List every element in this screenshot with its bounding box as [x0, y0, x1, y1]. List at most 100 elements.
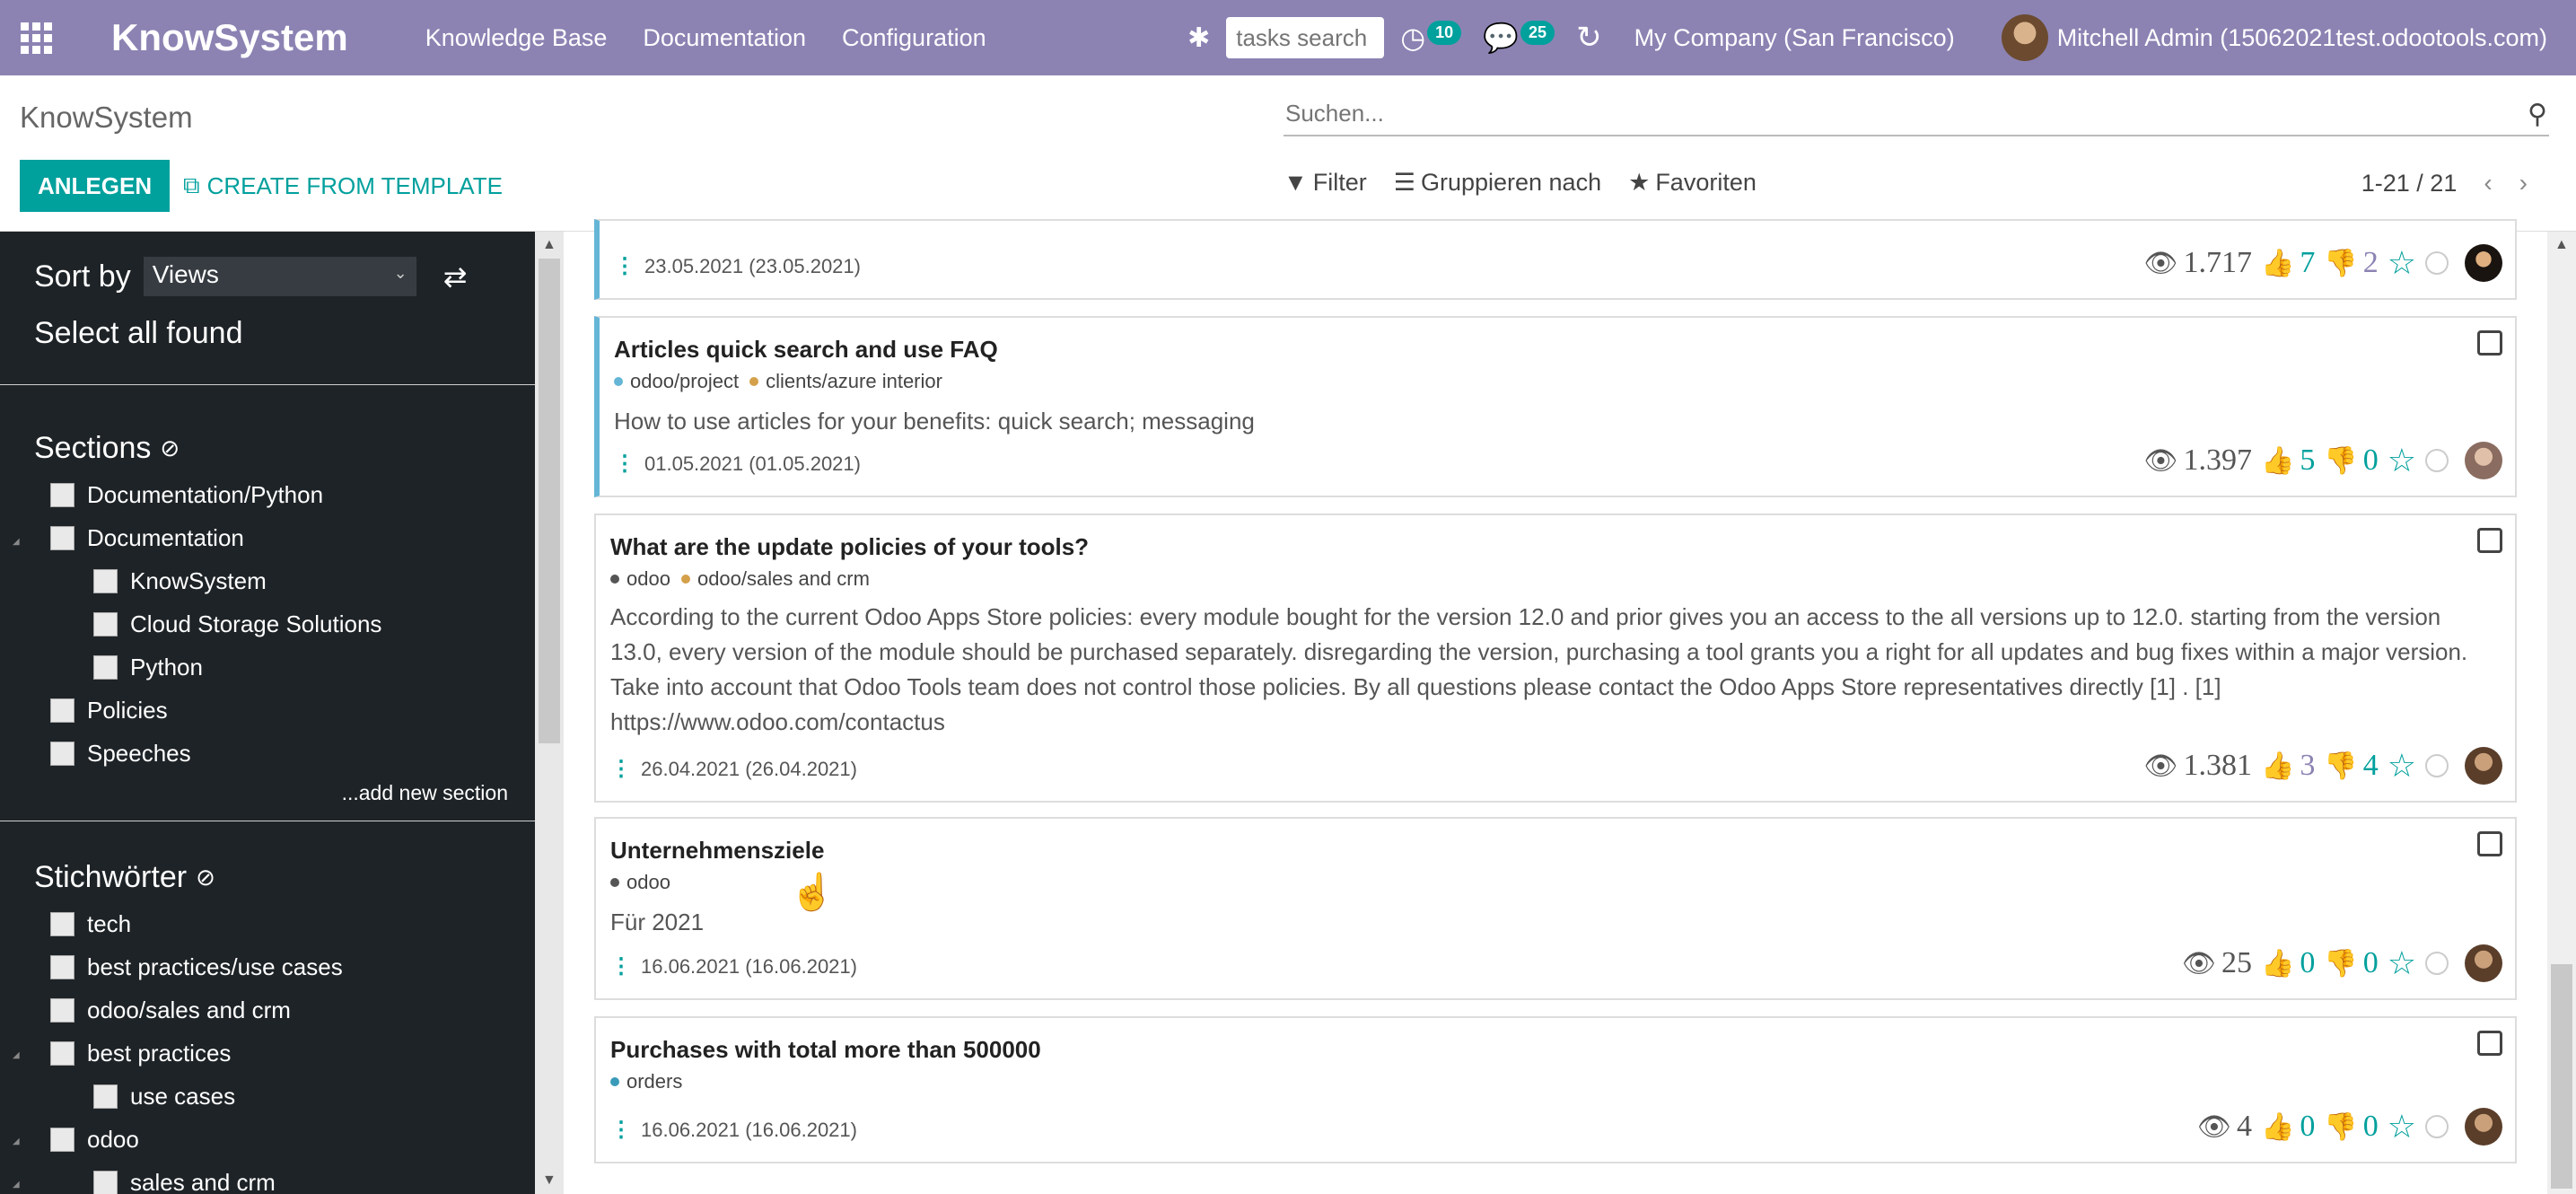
- tag-checkbox[interactable]: [50, 998, 74, 1023]
- section-checkbox[interactable]: [93, 612, 118, 637]
- search-input[interactable]: [1284, 93, 2549, 133]
- user-menu[interactable]: Mitchell Admin (15062021test.odootools.c…: [2057, 24, 2547, 52]
- select-all-found[interactable]: Select all found: [34, 316, 243, 351]
- section-checkbox[interactable]: [50, 698, 74, 723]
- search-bar[interactable]: ⚲: [1284, 93, 2549, 136]
- article-title[interactable]: Articles quick search and use FAQ: [614, 336, 998, 364]
- add-new-section-link[interactable]: ...add new section: [342, 781, 508, 805]
- pager-next-icon[interactable]: ›: [2519, 169, 2528, 198]
- article-card[interactable]: Unternehmensziele odoo Für 2021 ⋮ 16.06.2…: [594, 817, 2517, 1000]
- section-checkbox[interactable]: [50, 526, 74, 550]
- article-card[interactable]: Articles quick search and use FAQ odoo/p…: [594, 316, 2517, 497]
- pager-value[interactable]: 1-21 / 21: [2361, 170, 2458, 198]
- tag-checkbox[interactable]: [93, 1084, 118, 1109]
- favorite-star-icon[interactable]: ☆: [2388, 945, 2416, 982]
- pager-previous-icon[interactable]: ‹: [2484, 169, 2492, 198]
- favorite-star-icon[interactable]: ☆: [2388, 748, 2416, 785]
- article-card[interactable]: Purchases with total more than 500000 or…: [594, 1016, 2517, 1163]
- section-item[interactable]: Documentation: [50, 524, 244, 552]
- tag-item[interactable]: best practices/use cases: [50, 953, 343, 981]
- company-switcher[interactable]: My Company (San Francisco): [1634, 24, 1955, 52]
- create-from-template-button[interactable]: ⧉ CREATE FROM TEMPLATE: [183, 160, 503, 212]
- tag-item[interactable]: best practices: [50, 1040, 231, 1067]
- kebab-icon[interactable]: ⋮: [614, 253, 635, 279]
- favorite-star-icon[interactable]: ☆: [2388, 1109, 2416, 1146]
- tag-checkbox[interactable]: [93, 1171, 118, 1194]
- messages-button[interactable]: 💬 25: [1483, 20, 1555, 55]
- clear-sections-icon[interactable]: ⊘: [160, 435, 180, 462]
- favorite-star-icon[interactable]: ☆: [2388, 443, 2416, 479]
- section-checkbox[interactable]: [93, 655, 118, 680]
- tag-item[interactable]: odoo/sales and crm: [50, 996, 291, 1024]
- tag-checkbox[interactable]: [50, 912, 74, 936]
- scroll-up-icon[interactable]: ▲: [542, 237, 556, 253]
- section-item[interactable]: Cloud Storage Solutions: [93, 610, 381, 638]
- apps-menu-icon[interactable]: [0, 0, 72, 75]
- tag-checkbox[interactable]: [50, 955, 74, 979]
- search-icon[interactable]: ⚲: [2528, 99, 2547, 130]
- kebab-icon[interactable]: ⋮: [610, 953, 632, 979]
- article-title[interactable]: What are the update policies of your too…: [610, 533, 1089, 561]
- tasks-search-input[interactable]: [1226, 17, 1385, 58]
- section-item[interactable]: Python: [93, 654, 203, 681]
- section-item[interactable]: Policies: [50, 697, 168, 724]
- section-checkbox[interactable]: [50, 742, 74, 766]
- likes-stat[interactable]: 👍 5: [2261, 443, 2315, 478]
- section-checkbox[interactable]: [93, 569, 118, 593]
- clock-icon[interactable]: [2425, 754, 2449, 777]
- scrollbar-thumb[interactable]: [539, 259, 560, 743]
- article-checkbox[interactable]: [2477, 1031, 2502, 1056]
- article-checkbox[interactable]: [2477, 330, 2502, 356]
- section-item[interactable]: Documentation/Python: [50, 481, 323, 509]
- clock-icon[interactable]: [2425, 449, 2449, 472]
- article-card[interactable]: ⋮ 23.05.2021 (23.05.2021) 👁 1.717 👍 7 👎 2 ☆: [594, 219, 2517, 300]
- menu-knowledge-base[interactable]: Knowledge Base: [425, 24, 608, 52]
- expand-triangle-icon[interactable]: ◢: [13, 1137, 20, 1146]
- likes-stat[interactable]: 👍 0: [2261, 1110, 2315, 1144]
- tag-item[interactable]: use cases: [93, 1083, 235, 1111]
- tag-item[interactable]: sales and crm: [93, 1169, 276, 1194]
- filter-button[interactable]: ▼ Filter: [1284, 169, 1367, 197]
- kebab-icon[interactable]: ⋮: [610, 756, 632, 782]
- likes-stat[interactable]: 👍 3: [2261, 749, 2315, 783]
- sort-by-select[interactable]: Views ⌄: [143, 257, 416, 296]
- tag-item[interactable]: odoo: [50, 1126, 139, 1154]
- expand-triangle-icon[interactable]: ◢: [13, 537, 20, 547]
- dislikes-stat[interactable]: 👎 0: [2324, 946, 2378, 980]
- menu-documentation[interactable]: Documentation: [643, 24, 806, 52]
- article-checkbox[interactable]: [2477, 831, 2502, 856]
- menu-configuration[interactable]: Configuration: [842, 24, 986, 52]
- sync-icon[interactable]: ↻: [1576, 20, 1602, 56]
- section-item[interactable]: Speeches: [50, 740, 191, 768]
- user-avatar[interactable]: [2001, 14, 2048, 61]
- section-item[interactable]: KnowSystem: [93, 567, 267, 595]
- dislikes-stat[interactable]: 👎 0: [2324, 443, 2378, 478]
- debug-bug-icon[interactable]: ✱: [1187, 22, 1210, 54]
- create-button[interactable]: ANLEGEN: [20, 160, 171, 212]
- clock-icon[interactable]: [2425, 251, 2449, 275]
- scroll-down-icon[interactable]: ▼: [542, 1172, 556, 1189]
- sort-direction-icon[interactable]: ⇄: [443, 259, 468, 294]
- kebab-icon[interactable]: ⋮: [610, 1117, 632, 1143]
- scroll-up-icon[interactable]: ▲: [2554, 237, 2569, 253]
- favorites-button[interactable]: ★ Favoriten: [1628, 169, 1757, 197]
- clear-tags-icon[interactable]: ⊘: [196, 864, 215, 891]
- kebab-icon[interactable]: ⋮: [614, 451, 635, 477]
- clock-icon[interactable]: [2425, 952, 2449, 975]
- dislikes-stat[interactable]: 👎 2: [2324, 246, 2378, 280]
- expand-triangle-icon[interactable]: ◢: [13, 1050, 20, 1060]
- tag-checkbox[interactable]: [50, 1128, 74, 1152]
- favorite-star-icon[interactable]: ☆: [2388, 245, 2416, 282]
- dislikes-stat[interactable]: 👎 4: [2324, 749, 2378, 783]
- article-card[interactable]: What are the update policies of your too…: [594, 514, 2517, 803]
- likes-stat[interactable]: 👍 0: [2261, 946, 2315, 980]
- main-scrollbar[interactable]: ▲: [2547, 232, 2576, 1194]
- sidebar-scrollbar[interactable]: ▲ ▼: [535, 232, 564, 1194]
- article-title[interactable]: Unternehmensziele: [610, 837, 824, 865]
- scrollbar-thumb[interactable]: [2551, 964, 2572, 1189]
- group-by-button[interactable]: ☰ Gruppieren nach: [1394, 169, 1601, 197]
- section-checkbox[interactable]: [50, 483, 74, 507]
- tag-checkbox[interactable]: [50, 1041, 74, 1066]
- app-brand[interactable]: KnowSystem: [111, 16, 348, 59]
- article-checkbox[interactable]: [2477, 528, 2502, 553]
